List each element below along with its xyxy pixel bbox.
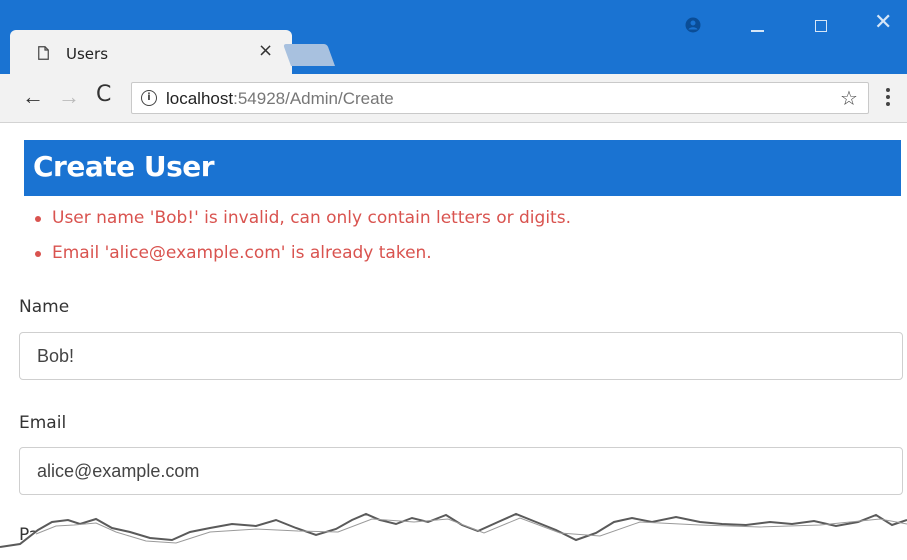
maximize-icon[interactable] <box>815 20 827 32</box>
tab-users[interactable]: Users × <box>10 30 292 74</box>
address-bar[interactable]: i localhost:54928/Admin/Create ☆ <box>131 82 869 114</box>
more-vertical-icon[interactable] <box>886 88 890 109</box>
browser-toolbar: ← → C i localhost:54928/Admin/Create ☆ <box>0 74 907 123</box>
bullet-icon <box>35 251 41 257</box>
browser-window: Users × ✕ ← → C i localhost:54928/Admin/… <box>0 0 907 560</box>
url-host: localhost <box>166 89 234 108</box>
name-input[interactable] <box>19 332 903 380</box>
error-text: Email 'alice@example.com' is already tak… <box>52 243 432 263</box>
error-item: Email 'alice@example.com' is already tak… <box>35 243 571 278</box>
url-path: :54928/Admin/Create <box>233 89 394 108</box>
window-close-icon[interactable]: ✕ <box>874 12 892 34</box>
forward-arrow-icon[interactable]: → <box>58 86 80 108</box>
title-bar: Users × ✕ <box>0 0 907 74</box>
account-icon[interactable] <box>685 17 701 33</box>
page-icon <box>38 46 49 60</box>
name-label: Name <box>19 297 70 317</box>
email-label: Email <box>19 413 67 433</box>
tab-title: Users <box>66 45 109 63</box>
page-content: Create User User name 'Bob!' is invalid,… <box>0 123 907 560</box>
error-item: User name 'Bob!' is invalid, can only co… <box>35 208 571 243</box>
validation-summary: User name 'Bob!' is invalid, can only co… <box>35 208 571 278</box>
new-tab-button[interactable] <box>282 44 336 66</box>
minimize-icon[interactable] <box>751 30 764 32</box>
tab-close-icon[interactable]: × <box>258 42 273 60</box>
torn-edge <box>0 512 907 560</box>
info-icon[interactable]: i <box>141 90 157 106</box>
bullet-icon <box>35 216 41 222</box>
address-url[interactable]: localhost:54928/Admin/Create <box>166 89 394 109</box>
page-title: Create User <box>33 150 215 183</box>
error-text: User name 'Bob!' is invalid, can only co… <box>52 208 571 228</box>
back-arrow-icon[interactable]: ← <box>22 86 44 108</box>
star-icon[interactable]: ☆ <box>840 86 858 110</box>
reload-icon[interactable]: C <box>96 84 111 106</box>
email-input[interactable] <box>19 447 903 495</box>
page-header: Create User <box>24 140 901 196</box>
